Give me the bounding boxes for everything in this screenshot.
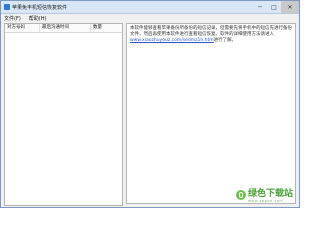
column-header-number[interactable]: 对方号码 [5, 24, 40, 32]
message-list-table[interactable]: 对方号码 最后沟通时间 数量 [4, 23, 123, 206]
app-icon [4, 4, 10, 10]
column-header-count[interactable]: 数量 [91, 24, 122, 32]
window-title: 苹果免丰机短信恢复软件 [12, 4, 68, 11]
minimize-button[interactable]: ─ [253, 1, 267, 13]
title-bar: 苹果免丰机短信恢复软件 ─ □ ✕ [1, 1, 299, 14]
menu-help[interactable]: 帮助(H) [29, 15, 47, 22]
menu-bar: 文件(F) 帮助(H) [1, 14, 299, 22]
close-button[interactable]: ✕ [281, 1, 299, 13]
watermark-brand: 绿色下载站 [247, 189, 293, 199]
window-controls: ─ □ ✕ [253, 1, 299, 13]
maximize-button[interactable]: □ [267, 1, 281, 13]
column-header-last-time[interactable]: 最后沟通时间 [40, 24, 91, 32]
info-text-pane: 本软件能够查看苹果备份所备份的短信记录，但需要先将手机中的短信先进行备份文件，然… [126, 23, 296, 204]
info-text-end: 进行了解。 [213, 38, 237, 43]
content-area: 对方号码 最后沟通时间 数量 本软件能够查看苹果备份所备份的短信记录，但需要先将… [4, 23, 296, 206]
watermark-url: www.xpgod.com [247, 199, 284, 203]
menu-file[interactable]: 文件(F) [4, 15, 21, 22]
app-window: 苹果免丰机短信恢复软件 ─ □ ✕ 文件(F) 帮助(H) 对方号码 最后沟通时… [0, 0, 300, 208]
info-text: 本软件能够查看苹果备份所备份的短信记录，但需要先将手机中的短信先进行备份文件，然… [130, 26, 292, 37]
watermark-logo-icon [235, 189, 246, 200]
table-header: 对方号码 最后沟通时间 数量 [5, 24, 122, 33]
help-link[interactable]: www.xiaozhuyouz.com/sedmz1h.htm [130, 38, 214, 43]
site-watermark: 绿色下载站 www.xpgod.com [235, 186, 293, 203]
